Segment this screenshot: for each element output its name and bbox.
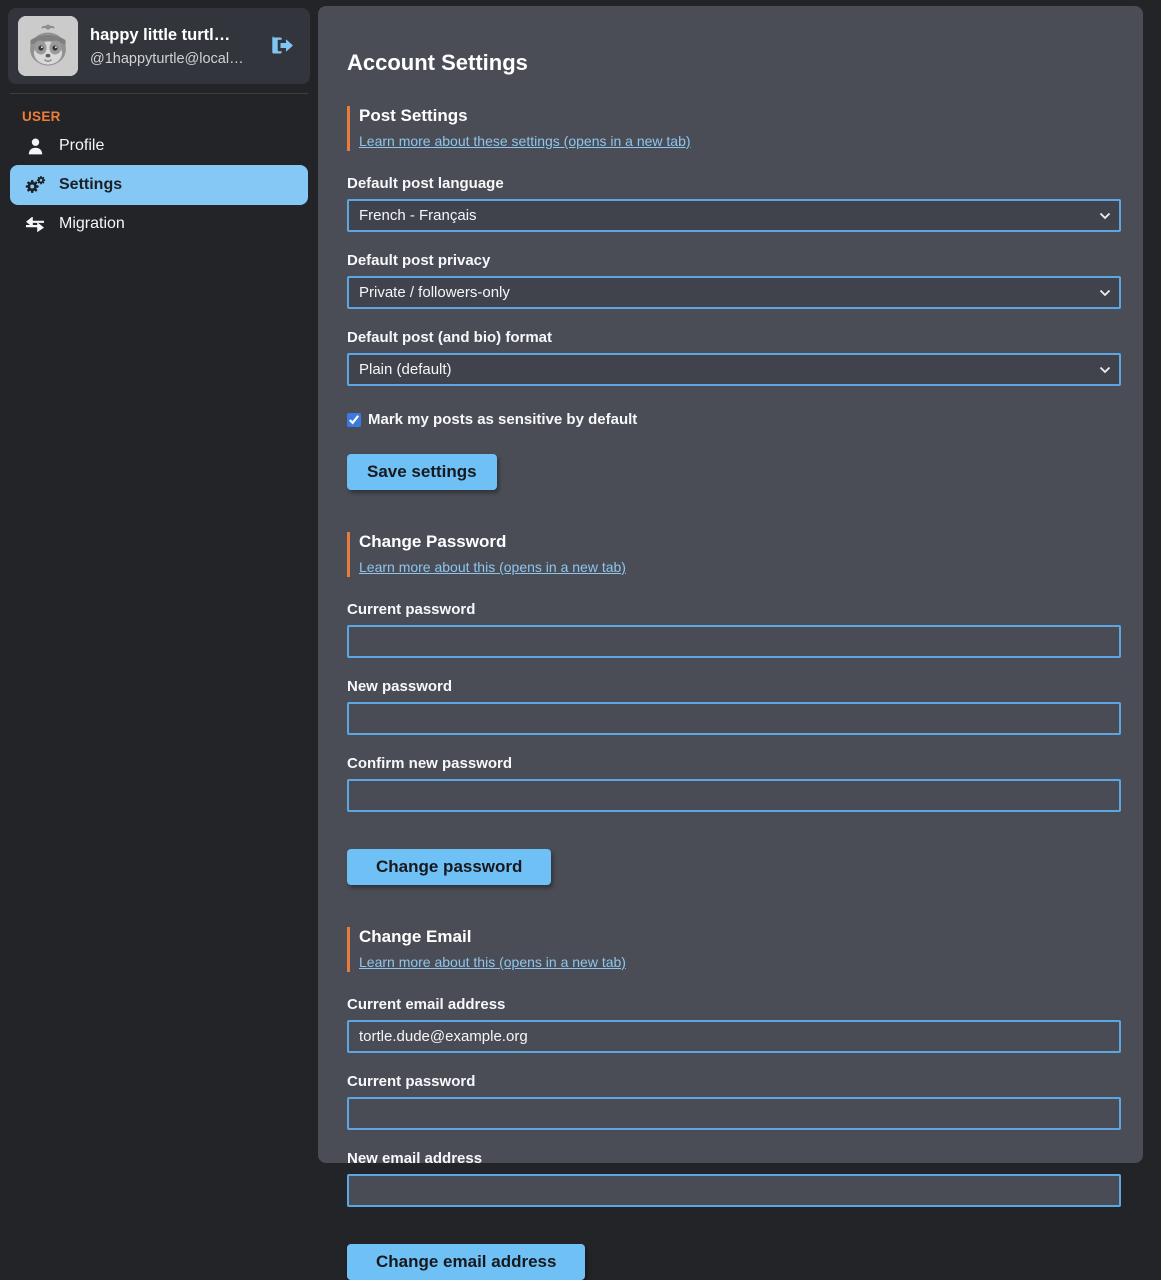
field-label: Confirm new password [347,755,1121,772]
field-label: Current password [347,1073,1121,1090]
default-post-privacy-field: Default post privacy Private / followers… [347,252,1121,309]
field-label: Default post privacy [347,252,1121,269]
current-password-field: Current password [347,601,1121,658]
field-label: New email address [347,1150,1121,1167]
new-password-input[interactable] [347,702,1121,735]
change-password-button[interactable]: Change password [347,849,551,885]
nav-section-label: USER [22,109,310,124]
current-email-input[interactable] [347,1020,1121,1053]
new-email-input[interactable] [347,1174,1121,1207]
default-post-format-select[interactable]: Plain (default) [347,353,1121,386]
save-settings-button[interactable]: Save settings [347,454,497,490]
user-handle: @1happyturtle@local… [90,51,258,67]
sidebar-item-migration[interactable]: Migration [10,206,308,242]
section-heading: Post Settings [359,106,1121,126]
change-password-learn-more-link[interactable]: Learn more about this (opens in a new ta… [359,559,626,575]
change-email-learn-more-link[interactable]: Learn more about this (opens in a new ta… [359,954,626,970]
sensitive-default-label: Mark my posts as sensitive by default [368,411,637,428]
change-email-button[interactable]: Change email address [347,1244,585,1280]
field-label: Current email address [347,996,1121,1013]
sidebar-item-profile[interactable]: Profile [10,128,308,164]
sloth-avatar-icon [18,16,78,76]
account-settings-panel: Account Settings Post Settings Learn mor… [318,6,1143,1163]
transfer-arrows-icon [24,217,46,232]
email-current-password-input[interactable] [347,1097,1121,1130]
sidebar-item-label: Profile [59,137,104,155]
user-icon [24,138,46,155]
page-title: Account Settings [347,50,1121,76]
post-settings-header: Post Settings Learn more about these set… [347,106,1121,151]
current-password-input[interactable] [347,625,1121,658]
default-post-privacy-select[interactable]: Private / followers-only [347,276,1121,309]
new-password-field: New password [347,678,1121,735]
sidebar-item-label: Migration [59,215,125,233]
sidebar-divider [10,93,308,94]
sensitive-default-checkbox[interactable] [347,413,361,427]
change-email-header: Change Email Learn more about this (open… [347,927,1121,972]
default-post-language-select[interactable]: French - Français [347,199,1121,232]
sign-out-icon [270,35,294,56]
user-texts: happy little turtl… @1happyturtle@local… [90,26,258,67]
change-email-section: Change Email Learn more about this (open… [347,927,1121,1280]
logout-button[interactable] [270,31,300,61]
sidebar-item-label: Settings [59,176,122,194]
post-settings-learn-more-link[interactable]: Learn more about these settings (opens i… [359,133,691,149]
change-password-header: Change Password Learn more about this (o… [347,532,1121,577]
default-post-format-field: Default post (and bio) format Plain (def… [347,329,1121,386]
field-label: Default post (and bio) format [347,329,1121,346]
sidebar: happy little turtl… @1happyturtle@local…… [0,0,318,1176]
sidebar-item-settings[interactable]: Settings [10,165,308,205]
change-password-section: Change Password Learn more about this (o… [347,532,1121,885]
confirm-new-password-field: Confirm new password [347,755,1121,812]
field-label: Default post language [347,175,1121,192]
avatar [18,16,78,76]
field-label: New password [347,678,1121,695]
email-current-password-field: Current password [347,1073,1121,1130]
user-card: happy little turtl… @1happyturtle@local… [8,8,310,84]
section-heading: Change Password [359,532,1121,552]
current-email-field: Current email address [347,996,1121,1053]
new-email-field: New email address [347,1150,1121,1207]
post-settings-section: Post Settings Learn more about these set… [347,106,1121,490]
user-display-name: happy little turtl… [90,26,258,45]
sensitive-default-row: Mark my posts as sensitive by default [347,411,1121,428]
field-label: Current password [347,601,1121,618]
confirm-new-password-input[interactable] [347,779,1121,812]
gears-icon [24,175,46,195]
default-post-language-field: Default post language French - Français [347,175,1121,232]
section-heading: Change Email [359,927,1121,947]
